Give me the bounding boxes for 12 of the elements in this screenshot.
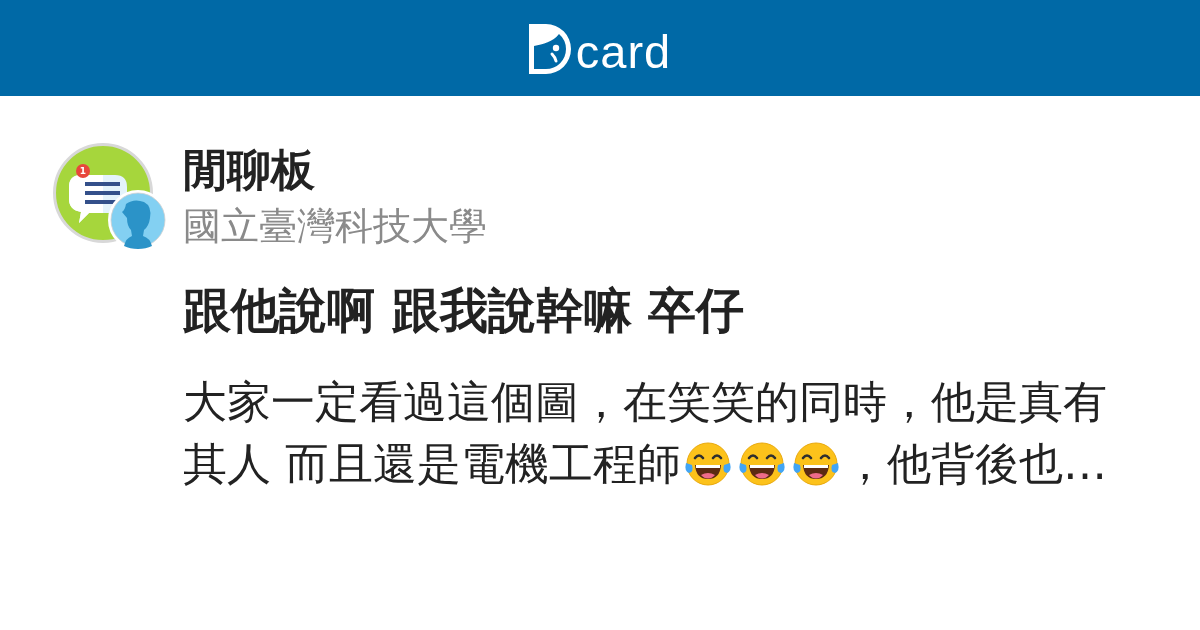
excerpt-text: 大家一定看過這個圖，在笑笑的同時，他是真有 bbox=[183, 375, 1107, 429]
forum-name: 閒聊板 bbox=[183, 143, 315, 196]
logo-text: card bbox=[575, 28, 672, 75]
tears-of-joy-emoji-icon bbox=[684, 441, 732, 487]
user-avatar-icon bbox=[108, 190, 168, 250]
excerpt-text: 其人 而且還是電機工程師 bbox=[183, 437, 681, 491]
d-face-logo-icon bbox=[528, 24, 571, 74]
tears-of-joy-emoji-icon bbox=[738, 441, 786, 487]
tears-of-joy-emoji-icon bbox=[792, 441, 840, 487]
excerpt-text: ，他背後也… bbox=[843, 437, 1107, 491]
school-name: 國立臺灣科技大學 bbox=[183, 203, 487, 250]
post-title: 跟他說啊 跟我說幹嘛 卒仔 bbox=[183, 281, 745, 339]
